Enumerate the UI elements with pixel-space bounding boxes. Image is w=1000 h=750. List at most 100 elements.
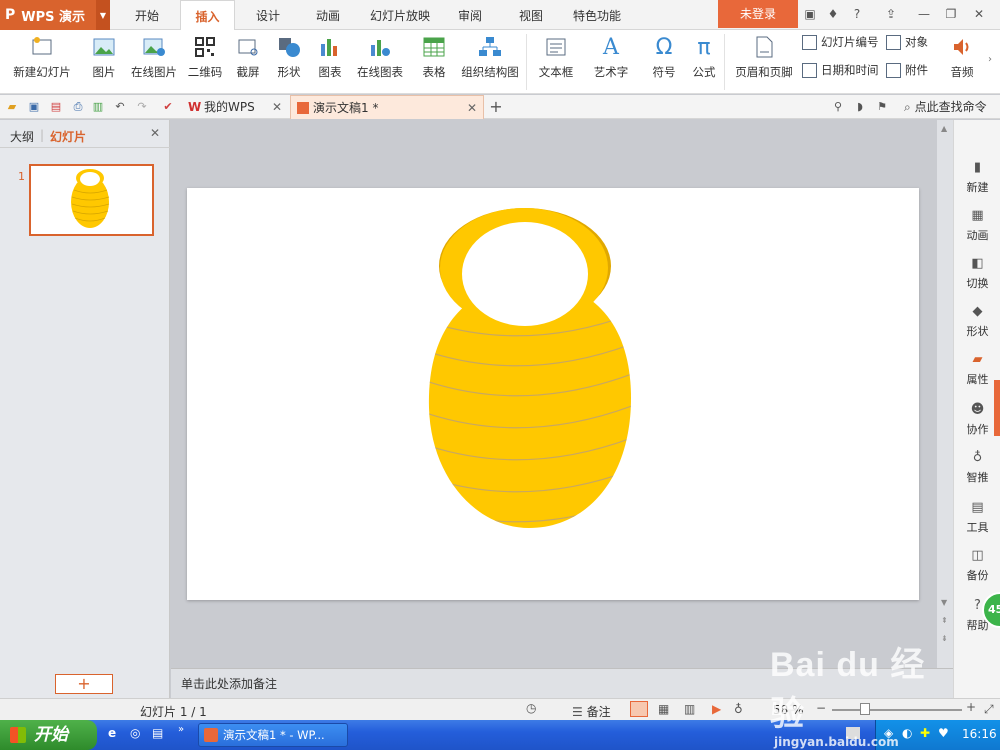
zoom-in-icon[interactable]: + (966, 700, 976, 714)
tab-animation[interactable]: 动画 (302, 0, 354, 30)
table-button[interactable]: 表格 (414, 30, 454, 94)
chevron-down-icon[interactable]: ▼ (96, 0, 110, 30)
screenshot-button[interactable]: 截屏 (230, 30, 266, 94)
login-button[interactable]: 未登录 (718, 0, 798, 28)
online-chart-button[interactable]: 在线图表 (350, 30, 410, 94)
panel-backup[interactable]: ◫ 备份 (954, 540, 1000, 584)
brush-icon[interactable]: ⚲ (830, 99, 846, 115)
pin-icon[interactable]: ♁ (734, 702, 743, 716)
start-button[interactable]: 开始 (0, 720, 97, 750)
app-name: WPS 演示 (21, 9, 86, 25)
tab-special[interactable]: 特色功能 (564, 0, 630, 30)
skin-icon[interactable]: ▣ (801, 5, 819, 23)
panel-shape[interactable]: ◆ 形状 (954, 296, 1000, 340)
play-icon[interactable]: ▶ (712, 702, 721, 716)
open-icon[interactable]: ▰ (4, 99, 20, 115)
panel-transition[interactable]: ◧ 切换 (954, 248, 1000, 292)
backup-icon: ◫ (971, 548, 984, 563)
help-icon[interactable]: ? (847, 5, 867, 23)
vase-shape[interactable] (187, 188, 919, 600)
app-menu-button[interactable]: P WPS 演示 ▼ (0, 0, 110, 30)
minimize-icon[interactable]: — (915, 5, 933, 23)
wordart-button[interactable]: A 艺术字 (584, 30, 638, 94)
browser-icon[interactable]: ◎ (130, 726, 140, 740)
scroll-down-icon[interactable]: ▼ (941, 598, 947, 607)
panel-recommend[interactable]: ♁ 智推 (954, 442, 1000, 486)
share-icon[interactable]: ◗ (852, 99, 868, 115)
add-tab-icon[interactable]: + (488, 99, 504, 115)
tab-mywps[interactable]: W 我的WPS ✕ (182, 95, 288, 119)
normal-view-icon[interactable] (630, 701, 648, 717)
format-painter-icon[interactable]: ✔ (160, 99, 176, 115)
panel-tools[interactable]: ▤ 工具 (954, 492, 1000, 536)
upload-icon[interactable]: ⇪ (882, 5, 900, 23)
panel-animation[interactable]: ▦ 动画 (954, 200, 1000, 244)
slide-number-icon (802, 34, 817, 50)
tab-design[interactable]: 设计 (242, 0, 294, 30)
picture-button[interactable]: 图片 (84, 30, 124, 94)
notes-toggle[interactable]: ☰ 备注 (572, 703, 611, 720)
print-icon[interactable]: ⎙ (70, 99, 86, 115)
tab-start[interactable]: 开始 (120, 0, 174, 30)
reading-view-icon[interactable]: ▥ (684, 702, 695, 716)
qrcode-button[interactable]: 二维码 (184, 30, 226, 94)
slide-thumbnail[interactable] (29, 164, 154, 236)
ribbon-scroll-right-icon[interactable]: › (988, 54, 992, 65)
slide-number-button[interactable]: 幻灯片编号 (802, 32, 879, 52)
close-pane-icon[interactable]: ✕ (150, 126, 160, 140)
toolbox-icon: ▤ (971, 500, 984, 515)
quicklaunch-more-icon[interactable]: » (178, 724, 184, 735)
attachment-button[interactable]: 附件 (886, 60, 928, 80)
close-tab-icon[interactable]: ✕ (272, 95, 282, 119)
restore-icon[interactable]: ❐ (942, 5, 960, 23)
symbol-button[interactable]: Ω 符号 (642, 30, 686, 94)
find-command-field[interactable]: ⌕ 点此查找命令 (904, 95, 987, 119)
save-icon[interactable]: ▣ (26, 99, 42, 115)
org-chart-icon (477, 34, 503, 60)
formula-button[interactable]: π 公式 (688, 30, 720, 94)
history-icon[interactable]: ◷ (526, 701, 536, 715)
outline-tab[interactable]: 大纲 (10, 128, 34, 145)
tab-document[interactable]: 演示文稿1 * ✕ (290, 95, 484, 119)
chart-button[interactable]: 图表 (312, 30, 348, 94)
slide[interactable] (187, 188, 919, 600)
panel-collapse-handle[interactable] (994, 380, 1000, 436)
fit-window-icon[interactable]: ⤢ (984, 702, 994, 717)
close-icon[interactable]: ✕ (970, 5, 988, 23)
tab-view[interactable]: 视图 (506, 0, 556, 30)
slides-tab[interactable]: 幻灯片 (50, 128, 86, 145)
shape-button[interactable]: 形状 (270, 30, 308, 94)
undo-icon[interactable]: ↶ (112, 99, 128, 115)
pane-header: 大纲 | 幻灯片 ✕ (0, 120, 170, 148)
add-slide-button[interactable]: + (55, 674, 113, 694)
new-file-icon: ▮ (973, 160, 982, 175)
slide-sorter-icon[interactable]: ▦ (658, 702, 669, 716)
ie-icon[interactable]: e (108, 726, 116, 740)
preview-icon[interactable]: ▥ (90, 99, 106, 115)
ribbon-divider (724, 34, 725, 90)
close-tab-icon[interactable]: ✕ (467, 96, 477, 120)
prev-slide-icon[interactable]: ⇞ (941, 616, 948, 625)
date-time-button[interactable]: 日期和时间 (802, 60, 879, 80)
taskbar-wps-window[interactable]: 演示文稿1 * - WP... (198, 723, 348, 747)
header-footer-button[interactable]: 页眉和页脚 (730, 30, 798, 94)
online-picture-button[interactable]: 在线图片 (128, 30, 180, 94)
export-pdf-icon[interactable]: ▤ (48, 99, 64, 115)
tab-review[interactable]: 审阅 (446, 0, 494, 30)
tab-slideshow[interactable]: 幻灯片放映 (362, 0, 438, 30)
vertical-scrollbar[interactable]: ▲ ▼ ⇞ ⇟ (937, 120, 953, 668)
wps-app-icon (204, 728, 218, 742)
bookmark-icon[interactable]: ⚑ (874, 99, 890, 115)
object-button[interactable]: 对象 (886, 32, 928, 52)
textbox-button[interactable]: 文本框 (530, 30, 582, 94)
ribbon-divider (526, 34, 527, 90)
redo-icon[interactable]: ↷ (134, 99, 150, 115)
desktop-icon[interactable]: ▤ (152, 726, 163, 740)
shirt-icon[interactable]: ♦ (824, 5, 842, 23)
audio-button[interactable]: 音频 (942, 30, 982, 94)
new-slide-button[interactable]: 新建幻灯片 (4, 30, 80, 94)
panel-new[interactable]: ▮ 新建 (954, 152, 1000, 196)
scroll-up-icon[interactable]: ▲ (941, 124, 947, 133)
tab-insert[interactable]: 插入 (180, 0, 235, 31)
org-chart-button[interactable]: 组织结构图 (458, 30, 522, 94)
